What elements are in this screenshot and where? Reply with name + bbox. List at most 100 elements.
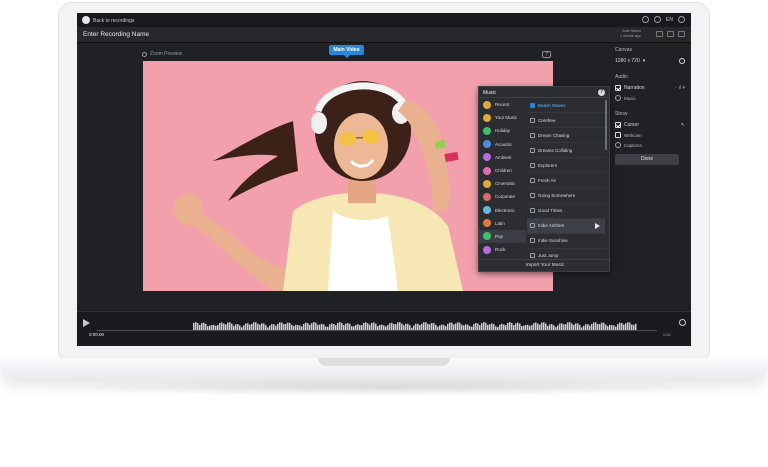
song-checkbox[interactable] [530,193,535,199]
narration-checkbox[interactable] [615,85,621,91]
waveform-bar [221,322,223,330]
captions-add-icon[interactable] [615,142,621,148]
waveform-bar [269,325,271,330]
waveform-bar [565,324,567,330]
song-item[interactable]: Dream Chasing [527,128,605,144]
waveform-bar [441,324,443,330]
canvas-size-select[interactable]: 1280 x 720 [615,58,640,64]
redo-icon[interactable] [667,31,674,37]
end-time: 0:51 [663,332,671,337]
waveform-bar [411,327,413,330]
song-checkbox[interactable] [530,253,535,259]
waveform-bar [419,325,421,330]
waveform-bar [293,325,295,330]
waveform-bar [349,323,351,330]
music-help-icon[interactable]: ? [598,89,605,96]
waveform-bar [523,325,525,330]
waveform-bar [557,325,559,330]
song-item[interactable]: Dreams Colliding [527,143,605,159]
music-category-recent[interactable]: Recent [479,98,526,111]
help-icon[interactable] [678,16,685,23]
music-category-ambient[interactable]: Ambient [479,151,526,164]
song-item[interactable]: Good Times [527,204,605,219]
recording-name-input[interactable]: Enter Recording Name [83,31,149,38]
music-category-rock[interactable]: Rock [479,243,526,256]
music-category-children[interactable]: Children [479,164,526,177]
waveform-bar [231,323,233,330]
music-category-corporate[interactable]: Corporate [479,190,526,203]
timeline-zoom-icon[interactable] [679,319,686,326]
music-category-cinematic[interactable]: Cinematic [479,177,526,190]
waveform-bar [577,323,579,330]
waveform-bar [345,323,347,330]
export-icon[interactable] [678,31,685,37]
song-item[interactable]: Beach Waves [527,98,605,114]
waveform-bar [543,322,545,330]
music-category-your-music[interactable]: Your Music [479,111,526,124]
song-label: Dream Chasing [538,132,570,138]
waveform-bar [623,324,625,330]
song-checkbox[interactable] [530,162,535,168]
waveform-bar [351,326,353,330]
music-add-icon[interactable] [615,95,621,101]
title-tools [656,31,685,37]
main-video-tab[interactable]: Main Video [329,45,364,58]
waveform-bar [475,322,477,330]
import-music-button[interactable]: Import Your Music [479,259,611,271]
category-label: Rock [495,247,506,253]
waveform-bar [303,323,305,330]
song-item[interactable]: Indie Anthem [527,218,605,234]
timeline[interactable]: 0:00.00 0:51 [77,311,691,346]
cursor-checkbox[interactable] [615,122,621,128]
notification-icon[interactable] [642,16,650,23]
music-category-acoustic[interactable]: Acoustic [479,138,526,151]
song-list-scrollbar[interactable] [605,100,607,150]
waveform-bar [381,324,383,330]
waveform-bar [447,323,449,330]
waveform-bar [289,322,291,330]
song-label: Indie Anthem [538,223,565,229]
webcam-checkbox[interactable] [615,132,621,138]
waveform-bar [241,327,243,330]
song-checkbox[interactable] [530,132,535,138]
music-category-holiday[interactable]: Holiday [479,124,526,137]
song-item[interactable]: Carefree [527,113,605,129]
song-checkbox[interactable] [530,238,535,244]
music-category-electronic[interactable]: Electronic [479,204,526,217]
waveform-bar [453,324,455,330]
music-category-latin[interactable]: Latin [479,217,526,230]
waveform-bar [211,325,213,330]
done-button[interactable]: Done [615,154,679,165]
song-item[interactable]: Going Somewhere [527,189,605,204]
language-selector[interactable]: EN [666,17,673,23]
song-item[interactable]: Indie Sunshine [527,234,605,249]
waveform-bar [525,324,527,330]
song-checkbox[interactable] [530,178,535,184]
song-checkbox[interactable] [530,208,535,214]
song-label: Good Times [538,208,563,214]
waveform-bar [403,325,405,330]
song-item[interactable]: Fresh Air [527,173,605,189]
music-category-pop[interactable]: Pop [479,229,526,244]
canvas-color-icon[interactable] [679,58,685,64]
song-item[interactable]: Explorers [527,158,605,174]
category-label: Electronic [495,207,515,213]
category-icon [483,179,491,188]
song-checkbox[interactable] [530,117,535,123]
audio-waveform[interactable] [97,316,657,332]
song-checkbox[interactable] [530,102,535,108]
volume-icon[interactable]: ◦ ıl ▾ [675,85,685,91]
preview-help-icon[interactable]: ? [542,51,551,58]
waveform-bar [335,325,337,330]
waveform-bar [229,322,231,330]
play-icon[interactable] [83,319,90,327]
zoom-preview-button[interactable]: Zoom Preview [142,51,182,57]
waveform-bar [253,322,255,330]
undo-icon[interactable] [656,31,663,37]
back-to-recordings-link[interactable]: Back to recordings [93,18,134,24]
waveform-bar [471,326,473,330]
settings-icon[interactable] [654,16,662,23]
song-checkbox[interactable] [530,223,535,229]
song-play-icon[interactable] [595,222,600,229]
song-checkbox[interactable] [530,147,535,153]
